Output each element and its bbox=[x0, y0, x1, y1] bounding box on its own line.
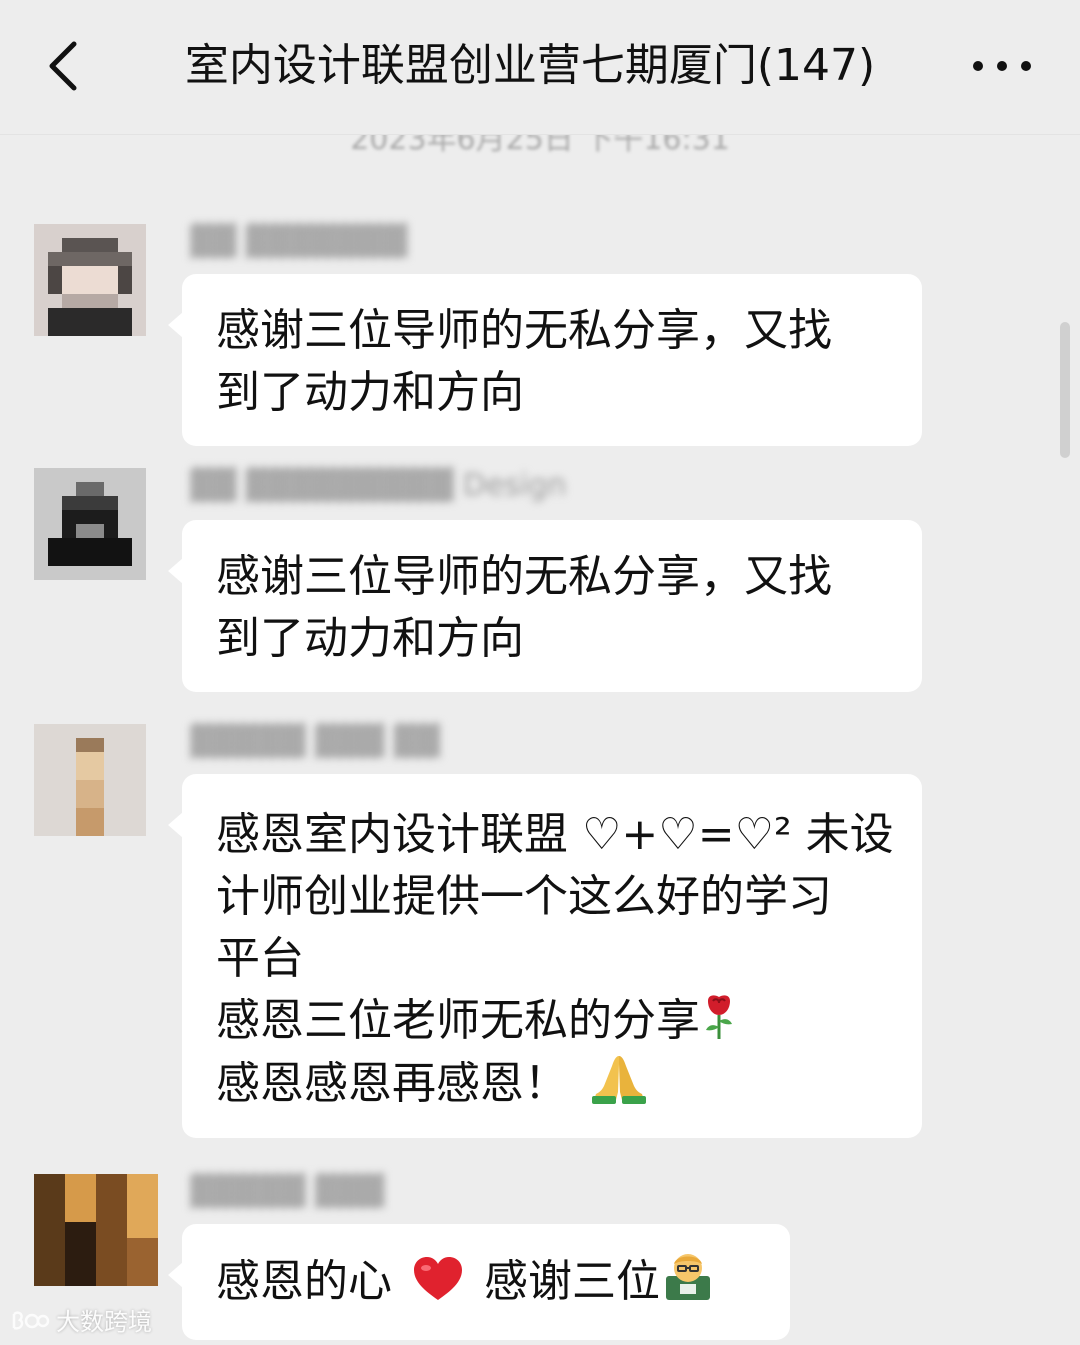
avatar[interactable] bbox=[34, 1174, 158, 1286]
message-bubble[interactable]: 感恩室内设计联盟 ♡+♡=♡² 未设 计师创业提供一个这么好的学习 平台 感恩三… bbox=[168, 774, 922, 1138]
more-button[interactable] bbox=[966, 40, 1038, 92]
message-bubble[interactable]: 感谢三位导师的无私分享，又找 到了动力和方向 bbox=[168, 520, 922, 692]
message-text: 平台 bbox=[216, 933, 304, 984]
avatar[interactable] bbox=[34, 224, 146, 336]
rose-emoji-icon bbox=[706, 995, 732, 1039]
message-text: 感恩的心 bbox=[216, 1256, 406, 1307]
message-line: 感恩三位老师无私的分享 bbox=[216, 990, 890, 1052]
watermark: 大数跨境 bbox=[10, 1302, 152, 1337]
back-button[interactable] bbox=[30, 30, 102, 102]
message-text: 计师创业提供一个这么好的学习 bbox=[216, 871, 832, 922]
teacher-emoji-icon bbox=[666, 1254, 710, 1300]
message-text: 到了动力和方向 bbox=[216, 367, 524, 418]
avatar[interactable] bbox=[34, 468, 146, 580]
watermark-text: 大数跨境 bbox=[56, 1308, 152, 1336]
watermark-logo-icon bbox=[12, 1310, 50, 1330]
avatar-image bbox=[34, 724, 146, 836]
message-bubble[interactable]: 感恩的心 感谢三位 bbox=[168, 1224, 790, 1340]
sender-name: ▓▓ ▓▓▓▓▓▓▓▓▓ Design bbox=[190, 468, 567, 503]
message-text: 感恩室内设计联盟 ♡+♡=♡² 未设 bbox=[216, 809, 894, 860]
message-text: 感谢三位导师的无私分享，又找 bbox=[216, 551, 832, 602]
message-line: 感恩的心 感谢三位 bbox=[216, 1250, 758, 1313]
chat-title: 室内设计联盟创业营七期厦门(147) bbox=[184, 40, 876, 91]
message-line: 感恩感恩再感恩！ bbox=[216, 1052, 890, 1115]
avatar-image bbox=[34, 468, 146, 580]
avatar-image bbox=[34, 224, 146, 336]
message-bubble[interactable]: 感谢三位导师的无私分享，又找 到了动力和方向 bbox=[168, 274, 922, 446]
red-heart-emoji-icon bbox=[414, 1257, 462, 1300]
more-dots-icon bbox=[973, 61, 1031, 71]
avatar-image bbox=[34, 1174, 158, 1286]
sender-name: ▓▓▓▓▓ ▓▓▓ ▓▓ bbox=[190, 724, 440, 759]
folded-hands-emoji-icon bbox=[592, 1056, 646, 1104]
sender-name: ▓▓ ▓▓▓▓▓▓▓ bbox=[190, 224, 408, 259]
message-text: 感恩三位老师无私的分享 bbox=[216, 995, 700, 1046]
message-text: 感谢三位导师的无私分享，又找 bbox=[216, 305, 832, 356]
message-text: 感谢三位 bbox=[470, 1256, 660, 1307]
chat-header: 室内设计联盟创业营七期厦门(147) bbox=[0, 0, 1080, 135]
message-text: 到了动力和方向 bbox=[216, 613, 524, 664]
avatar[interactable] bbox=[34, 724, 146, 836]
chevron-left-icon bbox=[49, 41, 77, 91]
sender-name: ▓▓▓▓▓ ▓▓▓ bbox=[190, 1174, 385, 1209]
scrollbar-thumb[interactable] bbox=[1060, 322, 1070, 458]
message-text: 感恩感恩再感恩！ bbox=[216, 1058, 568, 1109]
